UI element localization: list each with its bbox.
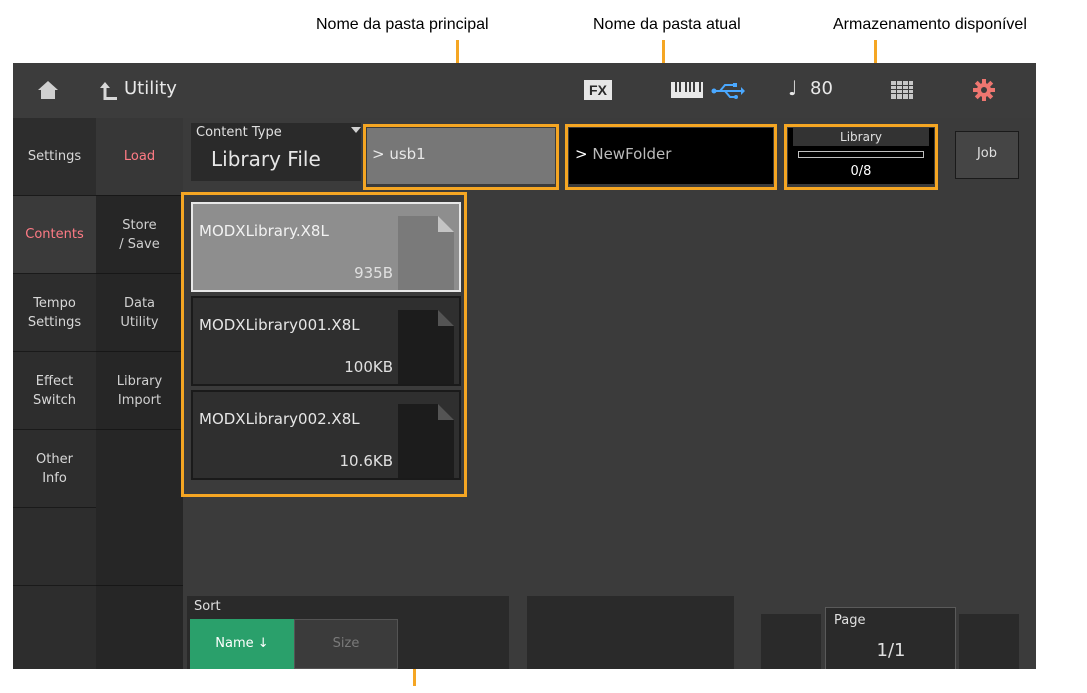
- callout-current-folder: Nome da pasta atual: [593, 16, 741, 33]
- home-icon[interactable]: [37, 80, 59, 100]
- back-arrow-icon[interactable]: [99, 80, 119, 102]
- highlight-file-list: [181, 192, 467, 497]
- nav-empty-1: [13, 508, 96, 586]
- nav-contents[interactable]: Contents: [13, 196, 96, 274]
- chevron-down-icon: [351, 127, 361, 133]
- note-icon: ♩: [788, 76, 798, 100]
- nav-tempo-settings[interactable]: Tempo Settings: [13, 274, 96, 352]
- highlight-library: [784, 124, 938, 190]
- keyboard-icon[interactable]: [670, 80, 704, 100]
- main-nav: Settings Contents Tempo Settings Effect …: [13, 118, 96, 669]
- subnav-load[interactable]: Load: [96, 118, 183, 196]
- empty-panel: [761, 614, 821, 669]
- page-value: 1/1: [876, 640, 906, 661]
- page-indicator[interactable]: Page 1/1: [825, 607, 956, 669]
- subnav-load-label: Load: [123, 149, 156, 164]
- content-type-value: Library File: [211, 147, 321, 171]
- page-label: Page: [834, 613, 866, 628]
- subnav-data-utility[interactable]: Data Utility: [96, 274, 183, 352]
- empty-panel: [959, 614, 1019, 669]
- callout-parent-folder: Nome da pasta principal: [316, 16, 489, 33]
- callout-storage: Armazenamento disponível: [833, 16, 1027, 33]
- top-bar: Utility FX ♩ 80: [13, 63, 1036, 118]
- grid-icon[interactable]: [891, 81, 913, 99]
- content-type-selector[interactable]: Content Type Library File: [191, 123, 361, 181]
- nav-effect-switch-label: Effect Switch: [33, 373, 76, 408]
- subnav-library-import[interactable]: Library Import: [96, 352, 183, 430]
- fx-badge[interactable]: FX: [584, 80, 612, 100]
- usb-icon: [711, 83, 745, 99]
- subnav-library-import-label: Library Import: [116, 373, 163, 408]
- subnav-empty-2: [96, 586, 183, 669]
- sub-nav: Load Store / Save Data Utility Library I…: [96, 118, 183, 669]
- nav-empty-2: [13, 586, 96, 669]
- empty-panel: [527, 596, 734, 669]
- nav-tempo-settings-label: Tempo Settings: [27, 295, 82, 330]
- tempo-value[interactable]: 80: [810, 78, 833, 99]
- subnav-store-save-label: Store / Save: [119, 217, 160, 252]
- highlight-parent-folder: [363, 124, 559, 190]
- nav-other-info[interactable]: Other Info: [13, 430, 96, 508]
- subnav-store-save[interactable]: Store / Save: [96, 196, 183, 274]
- sort-label: Sort: [194, 599, 221, 614]
- nav-contents-label: Contents: [25, 227, 84, 242]
- sort-name-button[interactable]: Name ↓: [190, 619, 294, 669]
- screen: Utility FX ♩ 80 Settings Contents Tempo …: [13, 63, 1036, 669]
- highlight-current-folder: [565, 124, 777, 190]
- job-label: Job: [976, 146, 998, 161]
- gear-icon[interactable]: [973, 79, 995, 101]
- nav-settings-label: Settings: [27, 149, 82, 164]
- subnav-data-utility-label: Data Utility: [120, 295, 159, 330]
- page-title: Utility: [124, 78, 177, 99]
- job-button[interactable]: Job: [955, 131, 1019, 179]
- nav-effect-switch[interactable]: Effect Switch: [13, 352, 96, 430]
- nav-settings[interactable]: Settings: [13, 118, 96, 196]
- subnav-empty-1: [96, 430, 183, 586]
- nav-other-info-label: Other Info: [36, 451, 73, 486]
- sort-size-button[interactable]: Size: [294, 619, 398, 669]
- content-type-label: Content Type: [196, 125, 282, 140]
